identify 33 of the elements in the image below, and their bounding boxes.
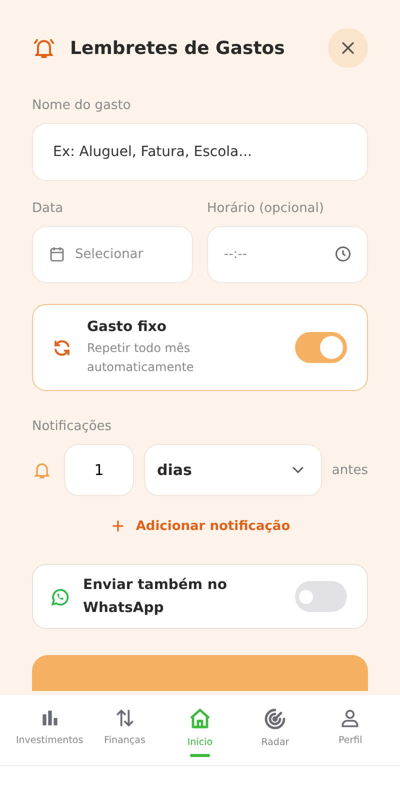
- toggle-switch[interactable]: [295, 581, 347, 612]
- nav-tab[interactable]: Perfil: [312, 695, 388, 765]
- section-label: Notificações: [32, 419, 113, 434]
- plus-icon: [110, 518, 126, 534]
- suffix-text: antes: [332, 462, 368, 478]
- name-input[interactable]: Ex: Aluguel, Fatura, Escola...: [32, 123, 368, 181]
- user-icon: [339, 707, 362, 729]
- action-button[interactable]: [32, 655, 368, 691]
- unit-select[interactable]: dias: [144, 444, 322, 496]
- card-title: Enviar também no WhatsApp: [83, 576, 228, 618]
- home-icon: [188, 707, 212, 731]
- calendar-icon: [48, 245, 66, 263]
- nav-tab[interactable]: Finanças: [87, 695, 162, 765]
- nav-tab[interactable]: Investimentos: [12, 695, 88, 765]
- close-button[interactable]: [328, 28, 368, 68]
- clock-icon: [334, 245, 352, 263]
- toggle-switch[interactable]: [295, 332, 347, 363]
- nav-tab[interactable]: Inicio: [162, 695, 238, 765]
- field-label: Data: [32, 201, 64, 216]
- nav-tab[interactable]: Radar: [238, 695, 313, 765]
- field-label: Nome do gasto: [32, 98, 132, 113]
- card-title: Gasto fixo: [87, 318, 168, 334]
- amount-input[interactable]: 1: [64, 444, 134, 496]
- dialog-title: Lembretes de Gastos: [70, 38, 286, 58]
- radar-icon: [263, 707, 288, 731]
- field-label: Horário (opcional): [207, 201, 325, 216]
- transfer-icon: [114, 707, 136, 729]
- active-indicator: [190, 754, 210, 757]
- bell-icon: [32, 36, 56, 60]
- date-field[interactable]: Selecionar: [32, 226, 193, 283]
- add-notification-button[interactable]: Adicionar notificação: [106, 516, 294, 536]
- time-field[interactable]: --:--: [207, 226, 368, 283]
- card-description: Repetir todo mês automaticamente: [87, 340, 195, 376]
